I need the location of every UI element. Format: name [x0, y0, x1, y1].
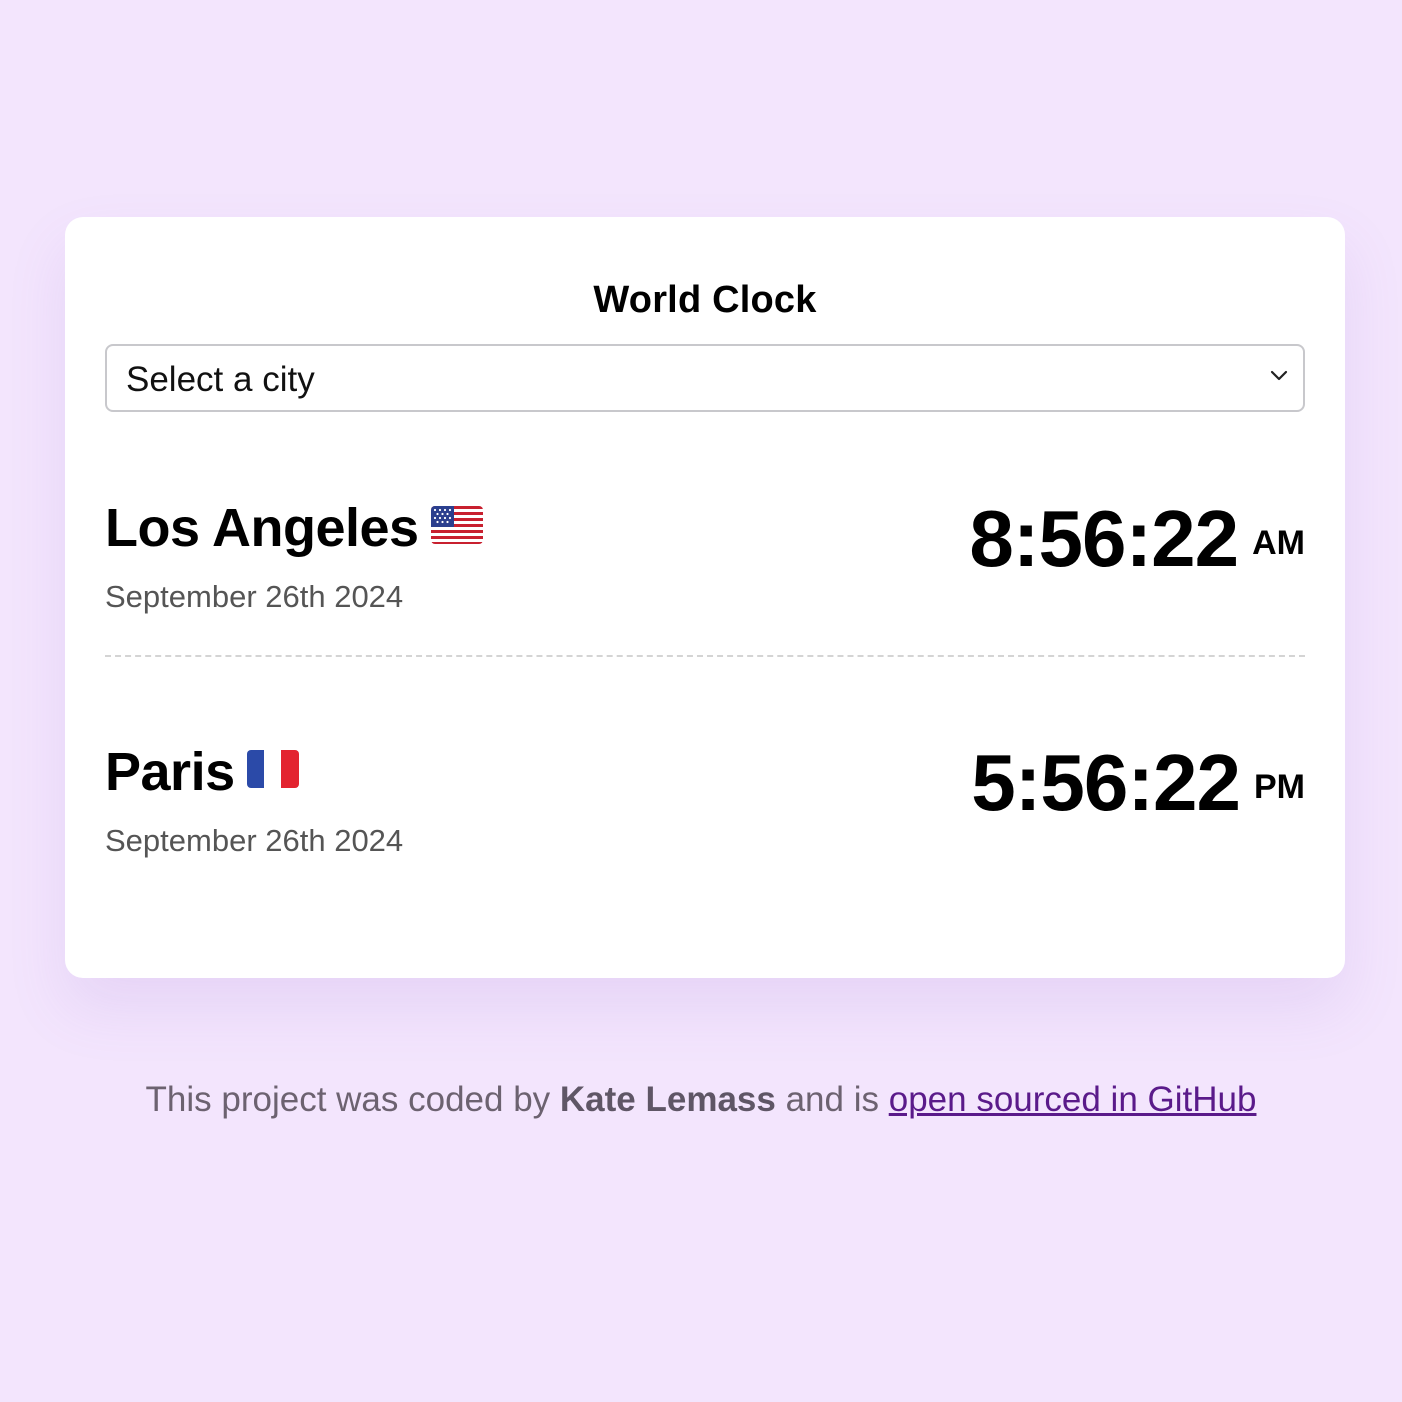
chevron-down-icon [1270, 370, 1288, 381]
time-value: 5:56:22 [971, 738, 1241, 827]
page-title: World Clock [593, 279, 817, 321]
city-name: Los Angeles [105, 498, 419, 558]
world-clock-card: World Clock Select a city Los Angeles Se… [65, 217, 1345, 978]
city-row-paris: Paris September 26th 2024 5:56:22 PM [105, 731, 1305, 881]
city-date: September 26th 2024 [105, 823, 404, 858]
city-select-value: Select a city [126, 360, 315, 399]
us-flag-icon [430, 495, 483, 557]
am-pm-label: PM [1254, 768, 1305, 806]
city-row-los-angeles: Los Angeles September 26th 2024 8:56:22 … [105, 487, 1305, 637]
footer-middle: and is [785, 1080, 879, 1119]
am-pm-label: AM [1252, 524, 1305, 562]
footer-prefix: This project was coded by [145, 1080, 551, 1119]
github-link[interactable]: open sourced in GitHub [889, 1080, 1257, 1119]
city-name: Paris [105, 742, 235, 802]
row-divider [105, 655, 1305, 657]
author-name: Kate Lemass [559, 1080, 776, 1119]
footer-credit: This project was coded by Kate Lemass an… [0, 1080, 1402, 1120]
time-value: 8:56:22 [969, 494, 1239, 583]
city-time: 5:56:22 PM [971, 737, 1305, 829]
city-date: September 26th 2024 [105, 579, 404, 614]
city-select[interactable]: Select a city [105, 344, 1305, 412]
city-time: 8:56:22 AM [969, 493, 1305, 585]
france-flag-icon [246, 739, 299, 801]
